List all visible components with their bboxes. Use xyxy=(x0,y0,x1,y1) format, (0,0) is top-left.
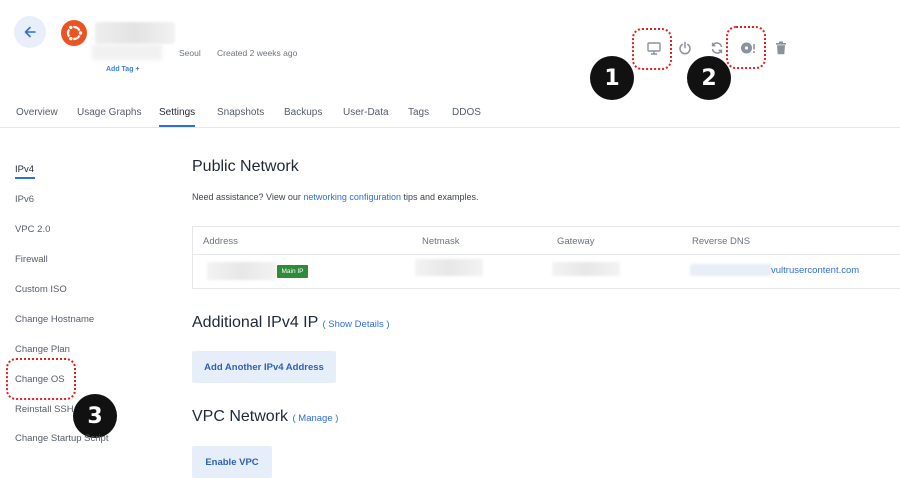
sidebar-item-change-os[interactable]: Change OS xyxy=(15,374,65,385)
tab-snapshots[interactable]: Snapshots xyxy=(217,107,264,118)
assistance-prefix: Need assistance? View our xyxy=(192,192,304,202)
tab-backups[interactable]: Backups xyxy=(284,107,322,118)
sidebar-item-ipv6[interactable]: IPv6 xyxy=(15,194,34,205)
annotation-badge-3: 3 xyxy=(73,394,117,438)
assistance-suffix: tips and examples. xyxy=(400,192,479,202)
tab-user-data[interactable]: User-Data xyxy=(343,107,389,118)
reverse-dns-redacted xyxy=(690,264,772,276)
trash-icon xyxy=(776,41,786,55)
server-name-redacted xyxy=(95,22,175,44)
annotation-circle-reinstall xyxy=(726,26,766,69)
back-button[interactable] xyxy=(14,16,46,48)
destroy-server-button[interactable] xyxy=(773,40,789,56)
column-address: Address xyxy=(203,236,238,247)
netmask-redacted xyxy=(415,259,483,276)
column-gateway: Gateway xyxy=(557,236,595,247)
annotation-badge-1: 1 xyxy=(590,56,634,100)
enable-vpc-button[interactable]: Enable VPC xyxy=(192,446,272,478)
additional-ipv4-title: Additional IPv4 IP xyxy=(192,314,319,331)
sidebar-item-custom-iso[interactable]: Custom ISO xyxy=(15,284,67,295)
tab-usage-graphs[interactable]: Usage Graphs xyxy=(77,107,141,118)
annotation-badge-2: 2 xyxy=(687,56,731,100)
ip-table-header-divider xyxy=(192,254,900,255)
reverse-dns-link[interactable]: vultrusercontent.com xyxy=(771,265,859,276)
assistance-text: Need assistance? View our networking con… xyxy=(192,192,479,202)
add-ipv4-button[interactable]: Add Another IPv4 Address xyxy=(192,351,336,383)
additional-ipv4-section: Additional IPv4 IP ( Show Details ) xyxy=(192,314,390,332)
main-ip-badge: Main IP xyxy=(277,265,308,278)
manage-vpc-link[interactable]: ( Manage ) xyxy=(292,413,338,424)
address-redacted xyxy=(207,262,277,280)
column-reverse-dns: Reverse DNS xyxy=(692,236,751,247)
ubuntu-logo-icon xyxy=(61,20,87,46)
column-netmask: Netmask xyxy=(422,236,460,247)
restart-button[interactable] xyxy=(709,40,725,56)
show-details-link[interactable]: ( Show Details ) xyxy=(322,319,389,330)
sidebar-item-firewall[interactable]: Firewall xyxy=(15,254,48,265)
sidebar-item-change-plan[interactable]: Change Plan xyxy=(15,344,70,355)
tab-bar: Overview Usage Graphs Settings Snapshots… xyxy=(0,100,900,128)
sidebar-item-reinstall-ssh[interactable]: Reinstall SSH xyxy=(15,404,74,415)
restart-icon xyxy=(711,42,723,54)
networking-configuration-link[interactable]: networking configuration xyxy=(303,192,401,202)
vpc-network-section: VPC Network ( Manage ) xyxy=(192,408,338,426)
tab-overview[interactable]: Overview xyxy=(16,107,58,118)
tab-active-indicator xyxy=(159,125,195,127)
sidebar-item-vpc2[interactable]: VPC 2.0 xyxy=(15,224,50,235)
sidebar-item-ipv4[interactable]: IPv4 xyxy=(15,164,34,175)
sidebar-active-indicator xyxy=(15,177,35,179)
sidebar-item-change-startup-script[interactable]: Change Startup Script xyxy=(15,433,108,444)
server-location: Seoul xyxy=(179,48,201,58)
add-tag-link[interactable]: Add Tag + xyxy=(106,66,140,73)
sidebar-item-change-hostname[interactable]: Change Hostname xyxy=(15,314,94,325)
ip-table xyxy=(192,226,900,289)
server-ip-redacted xyxy=(92,44,162,60)
tab-ddos[interactable]: DDOS xyxy=(452,107,481,118)
tab-settings[interactable]: Settings xyxy=(159,107,195,118)
gateway-redacted xyxy=(552,262,620,276)
tab-tags[interactable]: Tags xyxy=(408,107,429,118)
arrow-left-icon xyxy=(24,26,36,38)
public-network-title: Public Network xyxy=(192,158,299,175)
server-created: Created 2 weeks ago xyxy=(217,48,298,58)
vpc-network-title: VPC Network xyxy=(192,408,289,425)
power-icon xyxy=(679,41,691,55)
annotation-circle-console xyxy=(632,28,672,70)
power-button[interactable] xyxy=(677,40,693,56)
